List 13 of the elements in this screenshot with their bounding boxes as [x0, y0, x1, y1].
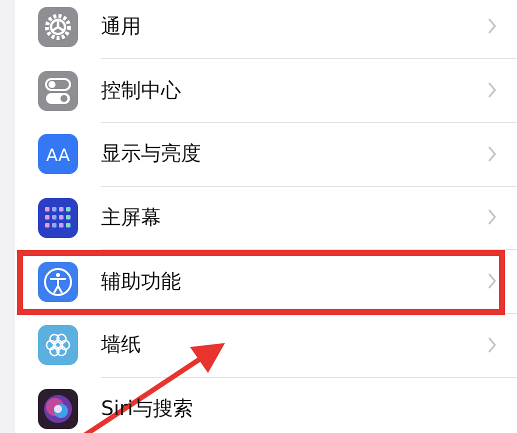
setting-label[interactable]: 显示与亮度	[101, 140, 201, 168]
setting-label[interactable]: 主屏幕	[101, 204, 161, 231]
setting-label[interactable]: 墙纸	[101, 331, 141, 358]
setting-label[interactable]: 通用	[101, 12, 141, 40]
orb-icon	[38, 388, 78, 429]
toggle-switches-icon	[38, 70, 78, 111]
setting-label[interactable]: 控制中心	[101, 76, 181, 104]
setting-label[interactable]: 辅助功能	[101, 268, 181, 295]
display-letters-icon: AA	[38, 134, 78, 174]
gear-icon	[38, 6, 78, 47]
accessibility-icon	[38, 262, 78, 302]
flower-icon	[38, 325, 78, 366]
app-grid-icon	[38, 198, 78, 238]
